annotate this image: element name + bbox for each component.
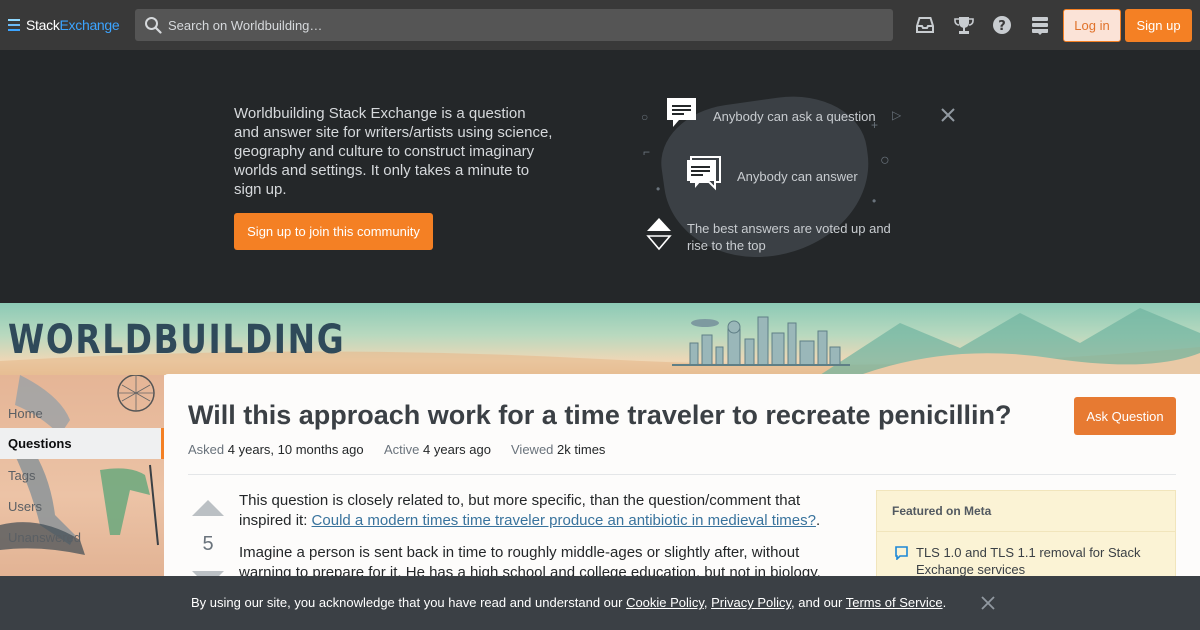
close-icon[interactable] [938,105,958,125]
ask-question-icon [667,98,696,127]
decor-triangle: ▷ [892,108,902,122]
search-input[interactable] [168,9,868,41]
featured-meta-link[interactable]: TLS 1.0 and TLS 1.1 removal for Stack Ex… [916,545,1141,577]
top-bar: Stack Exchange ? Log in Sign up [0,0,1200,50]
related-question-link[interactable]: Could a modern times time traveler produ… [312,512,816,529]
active-value[interactable]: 4 years ago [423,442,491,457]
svg-text:?: ? [998,19,1006,34]
body-paragraph: This question is closely related to, but… [239,491,849,531]
feature-answer: Anybody can answer [737,169,858,184]
viewed-info: Viewed 2k times [511,442,605,457]
featured-meta-item[interactable]: TLS 1.0 and TLS 1.1 removal for Stack Ex… [895,544,1165,578]
site-title[interactable]: WORLDBUILDING [8,318,345,362]
vote-arrows-icon [646,218,672,251]
body-text-end: . [815,512,821,529]
asked-value: 4 years, 10 months ago [227,442,364,457]
site-banner: WORLDBUILDING [0,303,1200,375]
login-button[interactable]: Log in [1063,9,1121,42]
privacy-policy-link[interactable]: Privacy Policy [711,595,791,610]
logo-text-stack: Stack [26,17,60,33]
logo-text-exchange: Exchange [59,17,120,33]
feature-ask: Anybody can ask a question [713,109,876,124]
cookie-text: By using our site, you acknowledge that … [191,595,627,610]
signup-button[interactable]: Sign up [1125,9,1192,42]
active-label: Active [384,442,420,457]
site-switcher-icon[interactable] [1029,14,1051,36]
feature-vote: The best answers are voted up and rise t… [687,221,891,253]
widget-heading: Featured on Meta [877,491,1175,532]
question-title[interactable]: Will this approach work for a time trave… [188,398,1048,432]
answer-icon [687,156,721,191]
community-hero: Worldbuilding Stack Exchange is a questi… [0,50,1200,303]
decor-dot: • [872,194,877,208]
decor-corner: ⌐ [643,145,651,159]
ask-question-button[interactable]: Ask Question [1074,397,1176,435]
inbox-icon[interactable] [914,14,936,36]
search-icon [145,17,162,34]
nav-users[interactable]: Users [8,499,42,514]
join-community-button[interactable]: Sign up to join this community [234,213,433,250]
achievements-icon[interactable] [953,14,975,36]
help-icon[interactable]: ? [991,14,1013,36]
left-sidebar: Home Questions Tags Users Unanswered [0,375,164,576]
decor-circle: ○ [641,110,649,124]
asked-label: Asked [188,442,225,457]
cookie-end: . [942,595,947,610]
cookie-notice: By using our site, you acknowledge that … [191,595,946,610]
upvote-arrow-icon[interactable] [190,499,226,517]
cookie-sep: , [703,595,712,610]
nav-home[interactable]: Home [8,406,43,421]
featured-on-meta-widget: Featured on Meta TLS 1.0 and TLS 1.1 rem… [876,490,1176,590]
close-icon[interactable] [980,595,996,611]
main-content: Will this approach work for a time trave… [164,374,1200,601]
nav-questions[interactable]: Questions [0,428,164,459]
asked-info: Asked 4 years, 10 months ago [188,442,364,457]
terms-of-service-link[interactable]: Terms of Service [846,595,943,610]
site-description: Worldbuilding Stack Exchange is a questi… [234,105,553,198]
cookie-sep: , and our [791,595,846,610]
meta-speech-bubble-icon [895,546,908,560]
viewed-value: 2k times [557,442,606,457]
nav-tags[interactable]: Tags [8,468,35,483]
nav-unanswered[interactable]: Unanswered [8,530,81,545]
viewed-label: Viewed [511,442,554,457]
vote-count: 5 [202,533,214,555]
header-divider [188,474,1176,475]
decor-ring: ○ [880,152,890,169]
stackexchange-logo-icon [8,19,20,31]
search-box[interactable] [135,9,893,41]
cookie-consent-bar: By using our site, you acknowledge that … [0,576,1200,630]
decor-dot: • [656,182,661,196]
active-info: Active 4 years ago [384,442,491,457]
stackexchange-logo[interactable]: Stack Exchange [8,15,120,35]
cookie-policy-link[interactable]: Cookie Policy [626,595,704,610]
